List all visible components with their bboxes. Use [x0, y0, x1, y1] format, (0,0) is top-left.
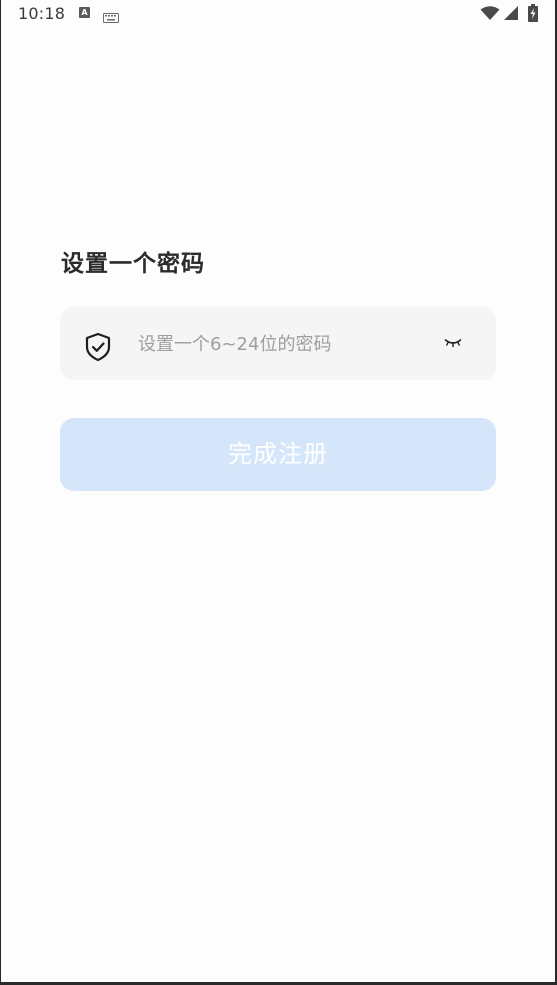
password-visibility-toggle[interactable]	[440, 333, 468, 355]
screen: 10:18 A 设置一个密码 完成注册	[1, 0, 555, 982]
shield-check-icon	[84, 332, 112, 366]
password-input[interactable]	[138, 327, 428, 361]
complete-registration-button[interactable]: 完成注册	[60, 418, 496, 491]
keyboard-icon	[103, 8, 119, 27]
eye-closed-icon	[444, 339, 462, 348]
battery-charging-icon	[528, 4, 538, 26]
a-notification-icon: A	[79, 7, 90, 18]
password-field-container[interactable]	[60, 307, 496, 380]
status-time: 10:18	[18, 4, 66, 23]
status-bar: 10:18 A	[1, 0, 555, 28]
signal-icon	[504, 6, 519, 25]
page-title: 设置一个密码	[61, 251, 205, 277]
wifi-icon	[480, 6, 500, 25]
